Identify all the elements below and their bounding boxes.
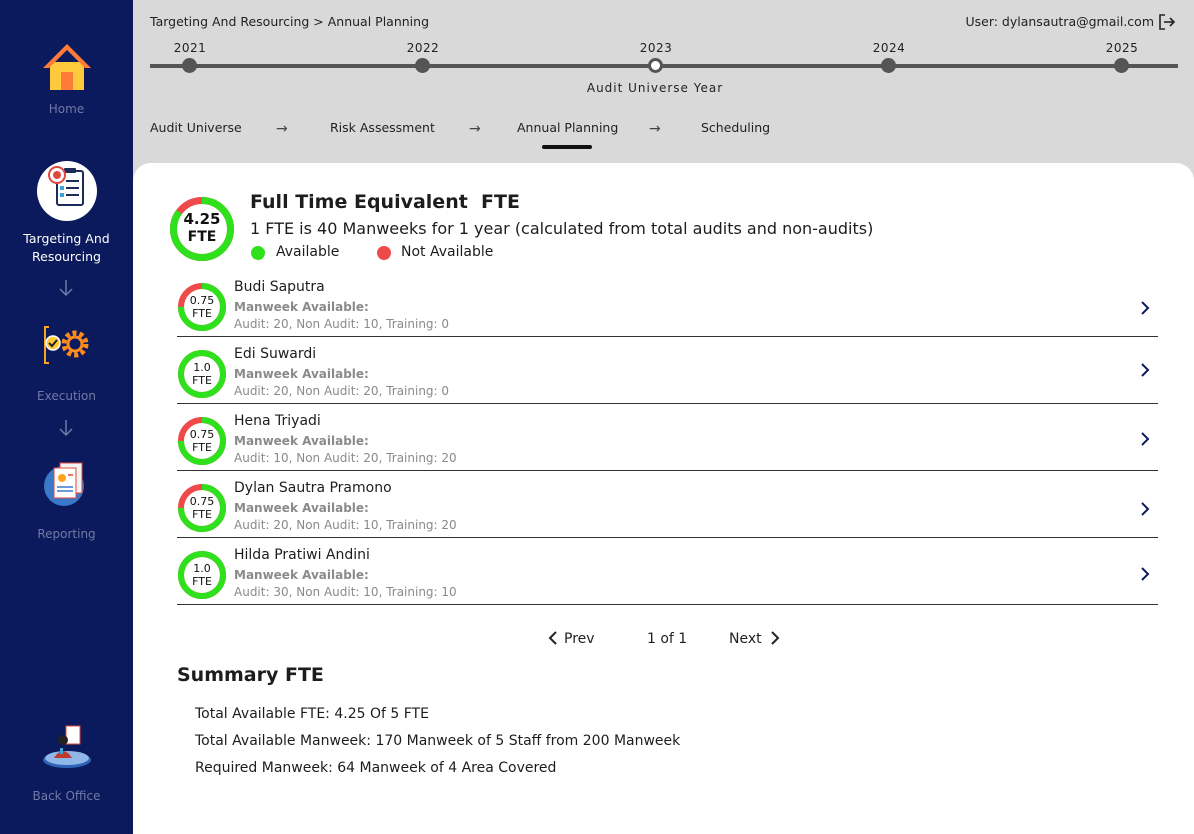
timeline-year-label: 2024 bbox=[872, 41, 906, 55]
next-button[interactable]: Next bbox=[729, 631, 780, 647]
timeline-year-label: 2023 bbox=[639, 41, 673, 55]
back-office-icon bbox=[42, 725, 91, 768]
sidebar-item-targeting[interactable]: Targeting And Resourcing bbox=[0, 161, 133, 266]
manweek-label: Manweek Available: bbox=[234, 300, 369, 314]
manweek-detail: Audit: 30, Non Audit: 10, Training: 10 bbox=[234, 585, 457, 599]
chevron-right-icon[interactable] bbox=[1140, 432, 1150, 446]
report-document-icon bbox=[43, 462, 84, 506]
home-icon bbox=[42, 44, 91, 90]
summary-total-fte: Total Available FTE: 4.25 Of 5 FTE bbox=[195, 706, 429, 722]
staff-row[interactable]: 1.0 FTE Edi Suwardi Manweek Available: A… bbox=[177, 337, 1158, 404]
prev-label: Prev bbox=[564, 631, 595, 647]
active-step-indicator bbox=[542, 145, 592, 149]
manweek-label: Manweek Available: bbox=[234, 568, 369, 582]
step-risk-assessment[interactable]: Risk Assessment bbox=[330, 120, 435, 135]
arrow-right-icon: → bbox=[469, 121, 481, 137]
staff-fte-value: 1.0 bbox=[193, 361, 211, 374]
legend-available-dot bbox=[251, 246, 265, 260]
logout-icon[interactable] bbox=[1158, 13, 1176, 31]
chevron-right-icon[interactable] bbox=[1140, 363, 1150, 377]
legend-available-label: Available bbox=[276, 244, 340, 260]
manweek-detail: Audit: 10, Non Audit: 20, Training: 20 bbox=[234, 451, 457, 465]
sidebar-item-label: Execution bbox=[37, 389, 96, 403]
staff-row[interactable]: 0.75 FTE Dylan Sautra Pramono Manweek Av… bbox=[177, 471, 1158, 538]
chevron-right-icon[interactable] bbox=[1140, 301, 1150, 315]
step-annual-planning[interactable]: Annual Planning bbox=[517, 120, 618, 135]
sidebar-item-execution[interactable]: Execution bbox=[0, 323, 133, 405]
timeline-year-label: 2022 bbox=[406, 41, 440, 55]
arrow-down-icon bbox=[59, 420, 73, 437]
page-indicator: 1 of 1 bbox=[647, 631, 688, 647]
staff-fte-value: 0.75 bbox=[189, 294, 215, 307]
staff-name: Hilda Pratiwi Andini bbox=[234, 547, 370, 563]
sidebar: Home Targeting And Resourcing Execution … bbox=[0, 0, 133, 834]
staff-row[interactable]: 0.75 FTE Budi Saputra Manweek Available:… bbox=[177, 270, 1158, 337]
sidebar-item-label: Home bbox=[48, 102, 85, 116]
staff-fte-value: 0.75 bbox=[189, 495, 215, 508]
manweek-label: Manweek Available: bbox=[234, 501, 369, 515]
chevron-right-icon bbox=[770, 631, 780, 645]
timeline-dot-2023-selected[interactable] bbox=[648, 58, 663, 73]
total-fte-unit: FTE bbox=[187, 229, 217, 245]
arrow-down-icon bbox=[59, 280, 73, 297]
sidebar-item-back-office[interactable]: Back Office bbox=[0, 724, 133, 805]
staff-row[interactable]: 0.75 FTE Hena Triyadi Manweek Available:… bbox=[177, 404, 1158, 471]
manweek-detail: Audit: 20, Non Audit: 20, Training: 0 bbox=[234, 384, 450, 398]
step-scheduling[interactable]: Scheduling bbox=[701, 120, 770, 135]
manweek-detail: Audit: 20, Non Audit: 10, Training: 0 bbox=[234, 317, 450, 331]
sidebar-item-label: Reporting bbox=[37, 527, 96, 541]
sidebar-item-label: Targeting And Resourcing bbox=[23, 231, 110, 264]
user-email: User: dylansautra@gmail.com bbox=[965, 14, 1154, 29]
staff-name: Edi Suwardi bbox=[234, 346, 317, 362]
summary-title: Summary FTE bbox=[177, 664, 324, 686]
timeline-dot-2024[interactable] bbox=[881, 58, 896, 73]
summary-required-manweek: Required Manweek: 64 Manweek of 4 Area C… bbox=[195, 760, 557, 776]
year-timeline bbox=[150, 64, 1178, 68]
timeline-caption: Audit Universe Year bbox=[586, 81, 724, 95]
staff-name: Dylan Sautra Pramono bbox=[234, 480, 392, 496]
legend-not-available-label: Not Available bbox=[401, 244, 494, 260]
arrow-right-icon: → bbox=[276, 121, 288, 137]
timeline-dot-2025[interactable] bbox=[1114, 58, 1129, 73]
timeline-year-label: 2021 bbox=[173, 41, 207, 55]
staff-fte-unit: FTE bbox=[192, 441, 212, 454]
staff-name: Budi Saputra bbox=[234, 279, 325, 295]
staff-fte-unit: FTE bbox=[192, 374, 212, 387]
timeline-year-label: 2025 bbox=[1105, 41, 1139, 55]
summary-total-manweek: Total Available Manweek: 170 Manweek of … bbox=[195, 733, 681, 749]
sidebar-item-home[interactable]: Home bbox=[0, 42, 133, 118]
step-audit-universe[interactable]: Audit Universe bbox=[150, 120, 242, 135]
manweek-label: Manweek Available: bbox=[234, 434, 369, 448]
staff-fte-value: 1.0 bbox=[193, 562, 211, 575]
fte-subtitle: 1 FTE is 40 Manweeks for 1 year (calcula… bbox=[250, 219, 874, 238]
timeline-dot-2021[interactable] bbox=[182, 58, 197, 73]
legend-not-available-dot bbox=[377, 246, 391, 260]
chevron-left-icon bbox=[548, 631, 557, 645]
execution-gear-icon bbox=[43, 326, 88, 364]
fte-title: Full Time Equivalent FTE bbox=[250, 191, 520, 213]
staff-fte-unit: FTE bbox=[192, 575, 212, 588]
breadcrumb: Targeting And Resourcing > Annual Planni… bbox=[150, 14, 430, 29]
staff-fte-unit: FTE bbox=[192, 508, 212, 521]
arrow-right-icon: → bbox=[649, 121, 661, 137]
staff-fte-value: 0.75 bbox=[189, 428, 215, 441]
sidebar-item-label: Back Office bbox=[32, 789, 101, 803]
sidebar-item-reporting[interactable]: Reporting bbox=[0, 460, 133, 543]
staff-row[interactable]: 1.0 FTE Hilda Pratiwi Andini Manweek Ava… bbox=[177, 538, 1158, 605]
staff-fte-unit: FTE bbox=[192, 307, 212, 320]
timeline-dot-2022[interactable] bbox=[415, 58, 430, 73]
total-fte-value: 4.25 bbox=[183, 210, 221, 228]
manweek-label: Manweek Available: bbox=[234, 367, 369, 381]
chevron-right-icon[interactable] bbox=[1140, 567, 1150, 581]
target-checklist-icon bbox=[36, 161, 97, 221]
staff-name: Hena Triyadi bbox=[234, 413, 321, 429]
manweek-detail: Audit: 20, Non Audit: 10, Training: 20 bbox=[234, 518, 457, 532]
prev-button[interactable]: Prev bbox=[548, 631, 595, 647]
next-label: Next bbox=[729, 631, 762, 647]
chevron-right-icon[interactable] bbox=[1140, 502, 1150, 516]
